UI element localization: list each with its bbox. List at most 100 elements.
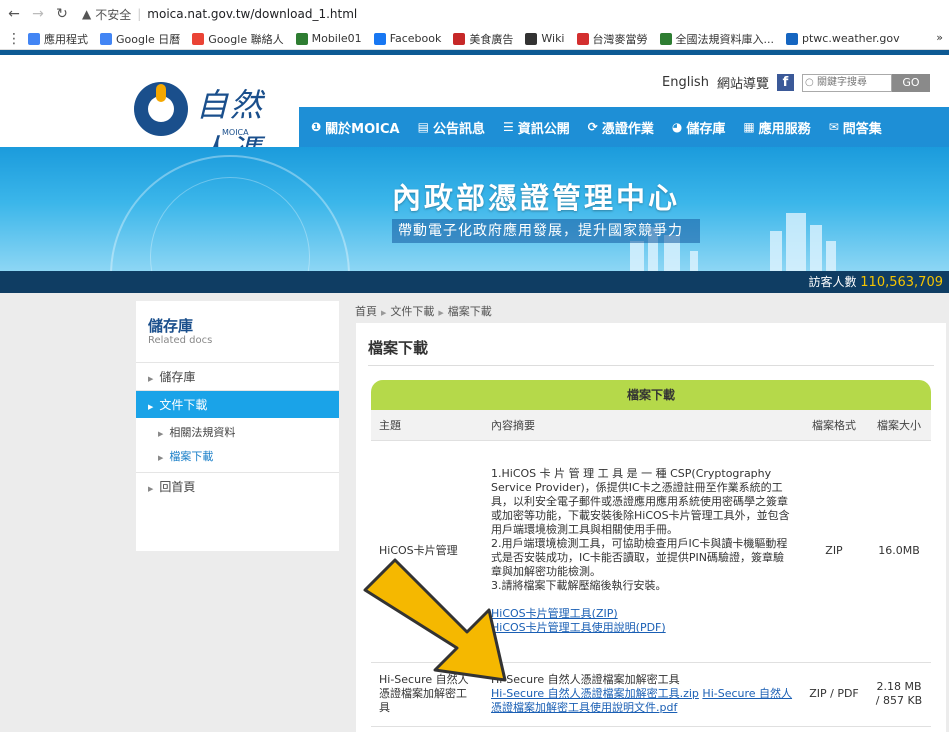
download-table: 主題 內容摘要 檔案格式 檔案大小 HiCOS卡片管理 1.HiCOS 卡 片 … xyxy=(371,410,931,727)
bookmark-label: Google 日曆 xyxy=(116,32,181,46)
bookmark-icon xyxy=(100,32,112,45)
table-caption: 檔案下載 xyxy=(371,380,931,410)
bookmark-icon xyxy=(576,32,589,45)
bookmark-item[interactable]: 美食廣告 xyxy=(453,31,513,47)
desc-line: 1.HiCOS 卡 片 管 理 工 具 是 一 種 CSP(Cryptograp… xyxy=(491,467,790,536)
bookmark-item[interactable]: ptwc.weather.gov xyxy=(786,32,900,45)
top-line xyxy=(0,50,949,55)
bookmark-label: 應用程式 xyxy=(44,32,88,46)
bookmark-item[interactable]: Wiki xyxy=(525,32,565,45)
triangle-right-icon: ▶ xyxy=(148,375,154,383)
download-table-wrap: 檔案下載 主題 內容摘要 檔案格式 檔案大小 HiCOS卡片管理 1.HiCOS… xyxy=(371,380,931,727)
bookmark-item[interactable]: Facebook xyxy=(373,32,441,45)
row-topic: HiCOS卡片管理 xyxy=(371,440,483,663)
url-text: moica.nat.gov.tw/download_1.html xyxy=(147,7,358,21)
search-go-button[interactable]: GO xyxy=(891,73,930,92)
bookmark-icon xyxy=(786,32,798,45)
visitor-count: 110,563,709 xyxy=(860,275,943,290)
bookmark-label: 美食廣告 xyxy=(469,32,514,46)
download-link-hicos-pdf[interactable]: HiCOS卡片管理工具使用說明(PDF) xyxy=(491,621,793,635)
main-nav: ❶ 關於MOICA ▤ 公告訊息 ☰ 資訊公開 ⟳ 憑證作業 ◕ 儲存庫 ▦ 應用服務 ✉ 問… xyxy=(299,107,949,147)
pie-chart-icon: ◕ xyxy=(671,120,683,134)
nav-item-news[interactable]: ▤ 公告訊息 xyxy=(418,118,485,137)
nav-label: 憑證作業 xyxy=(601,121,654,137)
sidebar-item-label: 回首頁 xyxy=(159,480,196,494)
bookmark-item[interactable]: 應用程式 xyxy=(28,31,88,47)
main-panel: 檔案下載 檔案下載 主題 內容摘要 檔案格式 檔案大小 HiCOS卡片管理 1.… xyxy=(356,323,946,732)
search-icon: ○ xyxy=(804,77,814,88)
bookmark-label: ptwc.weather.gov xyxy=(802,32,900,45)
content-area: 儲存庫 Related docs ▶ 儲存庫 ▶ 文件下載 ▶ 相關法規資料 ▶ 檔案下… xyxy=(0,293,949,732)
nav-label: 關於MOICA xyxy=(325,121,400,137)
sitemap-link[interactable]: 網站導覽 xyxy=(717,73,769,92)
url-separator: | xyxy=(137,7,142,21)
triangle-right-icon: ▶ xyxy=(158,454,164,462)
row-format: ZIP xyxy=(801,440,867,663)
bookmark-item[interactable]: Google 日曆 xyxy=(100,31,180,47)
download-link-hisecure-zip[interactable]: Hi-Secure 自然人憑證檔案加解密工具.zip xyxy=(491,687,699,700)
browser-address-bar: ← → ↻ ▲ 不安全 | moica.nat.gov.tw/download_… xyxy=(0,0,949,28)
url-field[interactable]: ▲ 不安全 | moica.nat.gov.tw/download_1.html xyxy=(82,6,357,23)
breadcrumb-home[interactable]: 首頁 xyxy=(355,305,377,318)
desc-line: Hi-Secure 自然人憑證檔案加解密工具 xyxy=(491,673,680,686)
arrow-left-icon[interactable]: ← xyxy=(4,6,24,22)
facebook-icon[interactable]: f xyxy=(776,74,794,91)
nav-item-repository[interactable]: ◕ 儲存庫 xyxy=(672,118,726,137)
breadcrumb: 首頁 ▶ 文件下載 ▶ 檔案下載 xyxy=(355,303,492,319)
col-header-size: 檔案大小 xyxy=(867,410,931,441)
chat-icon: ✉ xyxy=(828,120,839,134)
sidebar-item-home[interactable]: ▶ 回首頁 xyxy=(136,472,339,500)
nav-item-info[interactable]: ☰ 資訊公開 xyxy=(503,118,570,137)
bookmark-icon xyxy=(525,32,538,45)
bookmark-item[interactable]: Mobile01 xyxy=(295,32,362,45)
bookmarks-bar: ⋮ 應用程式 Google 日曆 Google 聯絡人 Mobile01 Fac… xyxy=(0,28,949,50)
sidebar-subitem-downloads[interactable]: ▶ 檔案下載 xyxy=(136,446,339,468)
site-logo[interactable]: 自然人憑證 MOICA xyxy=(134,72,284,216)
table-row: HiCOS卡片管理 1.HiCOS 卡 片 管 理 工 具 是 一 種 CSP(… xyxy=(371,440,931,663)
bookmark-label: Wiki xyxy=(541,32,565,45)
bookmark-item[interactable]: 全國法規資料庫入... xyxy=(659,31,775,47)
bookmark-label: 台灣麥當勞 xyxy=(592,32,648,46)
nav-item-services[interactable]: ▦ 應用服務 xyxy=(743,118,810,137)
row-size: 2.18 MB / 857 KB xyxy=(867,662,931,727)
sidebar-item-docs[interactable]: ▶ 文件下載 xyxy=(136,390,339,418)
sidebar-item-label: 文件下載 xyxy=(159,398,208,412)
bookmark-label: 全國法規資料庫入... xyxy=(675,32,775,46)
search-box: ○ GO xyxy=(801,73,930,92)
sidebar-item-label: 檔案下載 xyxy=(169,450,214,463)
bookmark-icon xyxy=(28,32,40,45)
col-header-topic: 主題 xyxy=(371,410,483,441)
row-format: ZIP / PDF xyxy=(801,662,867,727)
desc-line: 3.請將檔案下載解壓縮後執行安裝。 xyxy=(491,579,667,592)
triangle-right-icon: ▶ xyxy=(148,403,154,411)
english-link[interactable]: English xyxy=(662,75,709,90)
bookmark-item[interactable]: Google 聯絡人 xyxy=(192,31,284,47)
bookmark-icon xyxy=(373,32,386,45)
sidebar-subitem-laws[interactable]: ▶ 相關法規資料 xyxy=(136,422,339,444)
nav-item-cert[interactable]: ⟳ 憑證作業 xyxy=(588,118,654,137)
nav-label: 資訊公開 xyxy=(517,121,570,137)
reload-icon[interactable]: ↻ xyxy=(52,6,72,22)
breadcrumb-docs[interactable]: 文件下載 xyxy=(390,305,434,318)
bookmark-item[interactable]: 台灣麥當勞 xyxy=(576,31,648,47)
logo-emblem xyxy=(134,82,188,136)
triangle-right-icon: ▶ xyxy=(381,309,387,317)
apps-grid-icon[interactable]: ⋮ xyxy=(4,31,24,47)
search-input[interactable] xyxy=(801,73,892,92)
sidebar-item-repository[interactable]: ▶ 儲存庫 xyxy=(136,362,339,390)
site: 自然人憑證 MOICA English 網站導覽 f ○ GO ❶關於MOICA… xyxy=(0,50,949,732)
visitor-counter: 訪客人數 110,563,709 xyxy=(0,271,949,293)
bookmark-label: Mobile01 xyxy=(311,32,362,45)
col-header-format: 檔案格式 xyxy=(801,410,867,441)
download-link-hicos-zip[interactable]: HiCOS卡片管理工具(ZIP) xyxy=(491,607,793,621)
sidebar-item-label: 儲存庫 xyxy=(159,370,196,384)
nav-item-about[interactable]: ❶ 關於MOICA xyxy=(311,118,400,137)
nav-label: 公告訊息 xyxy=(432,121,485,137)
triangle-right-icon: ▶ xyxy=(438,309,444,317)
banner-slogan: 帶動電子化政府應用發展，提升國家競爭力 xyxy=(392,219,700,243)
nav-item-faq[interactable]: ✉ 問答集 xyxy=(829,118,882,137)
arrow-right-icon[interactable]: → xyxy=(28,6,48,22)
bookmarks-more-button[interactable]: » xyxy=(936,31,943,44)
list-icon: ☰ xyxy=(502,120,514,134)
insecure-label: 不安全 xyxy=(95,7,132,22)
